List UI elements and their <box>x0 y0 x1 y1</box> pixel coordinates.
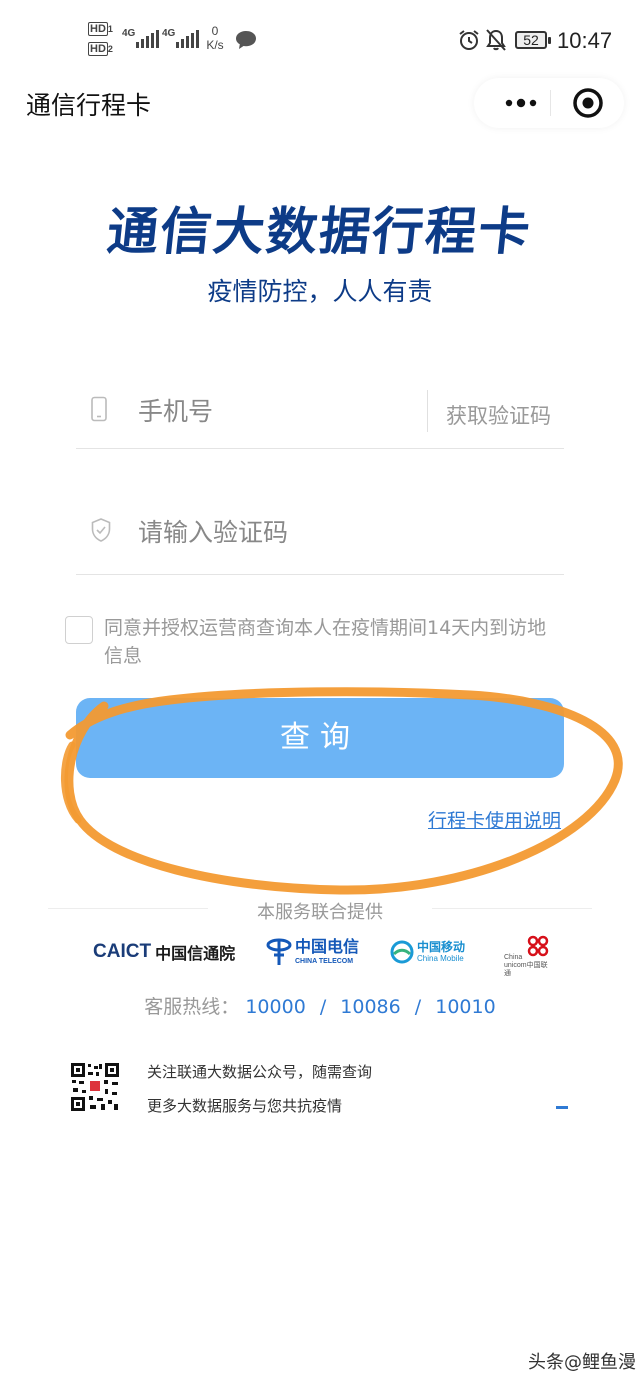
telecom-emblem-icon <box>266 938 292 965</box>
status-bar: HD 1 HD 2 4G 4G 0 K/s 52 10:47 <box>0 0 640 78</box>
hotline-label: 客服热线： <box>144 996 240 1018</box>
hotline-telecom[interactable]: 10000 <box>245 996 305 1018</box>
agreement-text: 同意并授权运营商查询本人在疫情期间14天内到访地信息 <box>104 617 547 667</box>
page-subtitle: 疫情防控，人人有责 <box>207 277 433 306</box>
get-code-button[interactable]: 获取验证码 <box>446 400 551 430</box>
customer-hotline: 客服热线： 10000 / 10086 / 10010 <box>0 992 640 1019</box>
phone-icon <box>91 396 107 422</box>
chat-bubble-icon <box>236 31 256 49</box>
phone-underline <box>76 448 564 449</box>
app-title: 通信行程卡 <box>26 91 152 120</box>
china-mobile-logo: 中国移动 China Mobile <box>390 930 465 974</box>
field-divider <box>427 390 428 432</box>
network-type-2: 4G <box>162 28 176 39</box>
close-mini-program-button[interactable] <box>568 86 608 120</box>
qr-follow-text: 关注联通大数据公众号，随需查询 <box>147 1063 373 1081</box>
alarm-icon <box>459 30 479 50</box>
caict-logo-en: CAICT <box>93 941 152 962</box>
network-speed: 0 K/s <box>206 24 224 52</box>
page-title: 通信大数据行程卡 <box>104 203 535 262</box>
hd-1-indicator: HD 1 <box>88 22 113 36</box>
usage-guide-link[interactable]: 行程卡使用说明 <box>428 806 561 833</box>
signal-1-icon <box>136 30 159 48</box>
mobile-logo-en: China Mobile <box>417 954 464 963</box>
hotline-mobile[interactable]: 10086 <box>340 996 400 1018</box>
watermark: 头条@鲤鱼漫 <box>528 1352 636 1373</box>
china-telecom-logo: 中国电信 CHINA TELECOM <box>266 930 359 974</box>
phone-input[interactable] <box>138 392 408 430</box>
hotline-separator: / <box>414 996 422 1018</box>
provided-by-label: 本服务联合提供 <box>257 902 383 923</box>
shield-icon <box>91 518 111 542</box>
code-underline <box>76 574 564 575</box>
mobile-logo-cn: 中国移动 <box>417 940 466 954</box>
mini-program-capsule <box>474 78 624 128</box>
query-button[interactable]: 查询 <box>76 698 564 778</box>
target-close-icon <box>573 88 603 118</box>
caict-logo: CAICT 中国信通院 <box>93 930 235 974</box>
signal-2-icon <box>176 30 199 48</box>
agreement-checkbox[interactable] <box>65 616 93 644</box>
battery-icon: 52 <box>515 31 551 49</box>
mobile-emblem-icon <box>390 940 414 964</box>
caict-logo-cn: 中国信通院 <box>155 944 236 963</box>
telecom-logo-cn: 中国电信 <box>295 937 360 956</box>
qr-service-text: 更多大数据服务与您共抗疫情 <box>147 1097 343 1115</box>
qr-code-icon[interactable] <box>70 1062 120 1112</box>
hotline-separator: / <box>319 996 327 1018</box>
hd-2-indicator: HD 2 <box>88 42 113 56</box>
unicom-logo-en: China <box>504 954 523 961</box>
capsule-divider <box>550 90 551 116</box>
unicom-logo-cn: unicom中国联通 <box>504 962 548 977</box>
network-type-1: 4G <box>122 28 136 39</box>
clock: 10:47 <box>557 28 613 53</box>
mute-notification-icon <box>486 29 506 51</box>
more-button[interactable] <box>488 86 550 120</box>
verification-code-input[interactable] <box>138 513 558 551</box>
china-unicom-logo: China unicom中国联通 <box>504 934 554 977</box>
more-dots-icon <box>505 98 537 108</box>
blue-dash-mark <box>556 1106 568 1109</box>
telecom-logo-en: CHINA TELECOM <box>295 958 354 965</box>
hotline-unicom[interactable]: 10010 <box>435 996 495 1018</box>
